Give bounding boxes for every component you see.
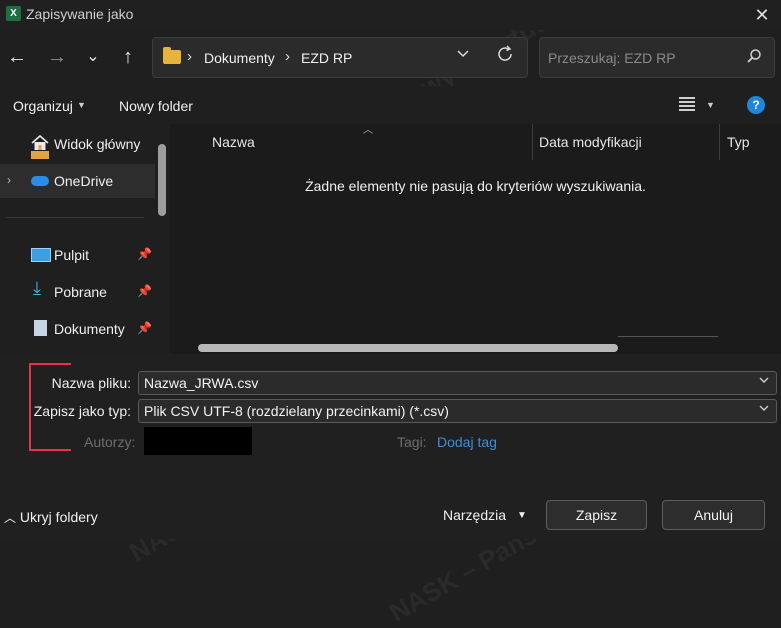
search-input[interactable] [540,38,740,77]
save-as-type-label: Zapisz jako typ: [33,403,131,419]
organize-button[interactable]: Organizuj [13,98,73,114]
tags-label: Tagi: [397,434,427,450]
folder-icon [163,47,181,64]
command-bar: Organizuj ▼ Nowy folder ▼ ? [0,86,781,124]
breadcrumb-separator: › [187,48,192,65]
sidebar-item-downloads[interactable]: ⤓ Pobrane 📌 [0,275,155,309]
tools-button[interactable]: Narzędzia [443,507,506,523]
title-bar: X Zapisywanie jako ✕ [0,0,781,30]
new-folder-button[interactable]: Nowy folder [119,98,193,114]
column-type[interactable]: Typ [727,134,750,150]
sidebar-item-label: Pobrane [54,284,107,300]
breadcrumb-ezd-rp[interactable]: EZD RP [301,50,352,66]
column-header: ︿ Nazwa Data modyfikacji Typ [170,124,781,160]
save-as-type-select[interactable]: Plik CSV UTF-8 (rozdzielany przecinkami)… [138,399,777,423]
cloud-icon [31,176,49,186]
caret-down-icon[interactable]: ▼ [706,100,715,110]
column-divider[interactable] [719,124,720,160]
file-list: ︿ Nazwa Data modyfikacji Typ Żadne eleme… [170,124,781,354]
sidebar-scrollbar[interactable] [158,144,166,216]
save-button[interactable]: Zapisz [546,500,647,530]
sidebar-item-label: Dokumenty [54,321,125,337]
up-button[interactable]: ↑ [115,44,141,70]
save-options-panel: Nazwa pliku: Nazwa_JRWA.csv Zapisz jako … [0,354,781,539]
refresh-icon[interactable] [495,44,521,70]
documents-icon [34,320,47,336]
sort-ascending-icon: ︿ [363,125,373,136]
sidebar-item-label: OneDrive [54,173,114,189]
divider [6,217,144,218]
column-date-modified[interactable]: Data modyfikacji [539,134,642,150]
hide-folders-button[interactable]: ︿ Ukryj foldery [4,509,98,526]
empty-results-message: Żadne elementy nie pasują do kryteriów w… [305,178,646,194]
back-button[interactable]: ← [4,44,30,70]
save-as-type-value: Plik CSV UTF-8 (rozdzielany przecinkami)… [144,403,449,419]
sidebar-item-home[interactable]: Widok główny [0,127,155,161]
horizontal-scrollbar[interactable] [198,344,618,352]
breadcrumb-separator: › [285,48,290,65]
caret-down-icon[interactable]: ▼ [517,510,527,521]
hide-folders-label: Ukryj foldery [19,509,98,525]
home-icon [31,135,49,159]
chevron-down-icon[interactable] [758,374,770,389]
chevron-down-icon[interactable] [456,46,476,63]
close-button[interactable]: ✕ [751,4,773,26]
divider [618,336,718,337]
window-title: Zapisywanie jako [26,6,134,22]
sidebar-item-documents[interactable]: Dokumenty 📌 [0,312,155,346]
chevron-up-icon: ︿ [4,511,17,525]
authors-label: Autorzy: [84,434,136,450]
view-options-icon[interactable] [679,97,695,111]
chevron-down-icon[interactable] [758,402,770,417]
pin-icon[interactable]: 📌 [137,321,152,335]
column-name[interactable]: Nazwa [212,134,255,150]
excel-app-icon: X [6,6,21,21]
search-icon[interactable] [746,48,762,67]
cancel-button[interactable]: Anuluj [662,500,765,530]
address-bar[interactable]: › Dokumenty › EZD RP [152,37,528,78]
add-tag-link[interactable]: Dodaj tag [437,434,497,450]
forward-button[interactable]: → [44,44,70,70]
sidebar-item-label: Pulpit [54,247,90,263]
pin-icon[interactable]: 📌 [137,247,152,261]
navigation-pane: Widok główny › OneDrive Pulpit 📌 ⤓ Pobra… [0,124,170,354]
column-divider[interactable] [532,124,533,160]
download-icon: ⤓ [33,278,41,298]
recent-locations-button[interactable]: ⌄ [80,44,106,70]
breadcrumb-documents[interactable]: Dokumenty [204,50,275,66]
caret-down-icon[interactable]: ▼ [77,100,86,110]
filename-field[interactable]: Nazwa_JRWA.csv [138,371,777,395]
chevron-right-icon[interactable]: › [7,173,11,187]
sidebar-item-label: Widok główny [54,136,141,152]
sidebar-item-desktop[interactable]: Pulpit 📌 [0,238,155,272]
filename-value[interactable]: Nazwa_JRWA.csv [144,375,258,391]
sidebar-item-onedrive[interactable]: › OneDrive [0,164,155,198]
desktop-icon [31,248,51,262]
help-icon[interactable]: ? [747,96,765,114]
redacted-authors-field[interactable] [144,427,252,455]
pin-icon[interactable]: 📌 [137,284,152,298]
search-box[interactable] [539,37,775,78]
filename-label: Nazwa pliku: [51,375,131,391]
